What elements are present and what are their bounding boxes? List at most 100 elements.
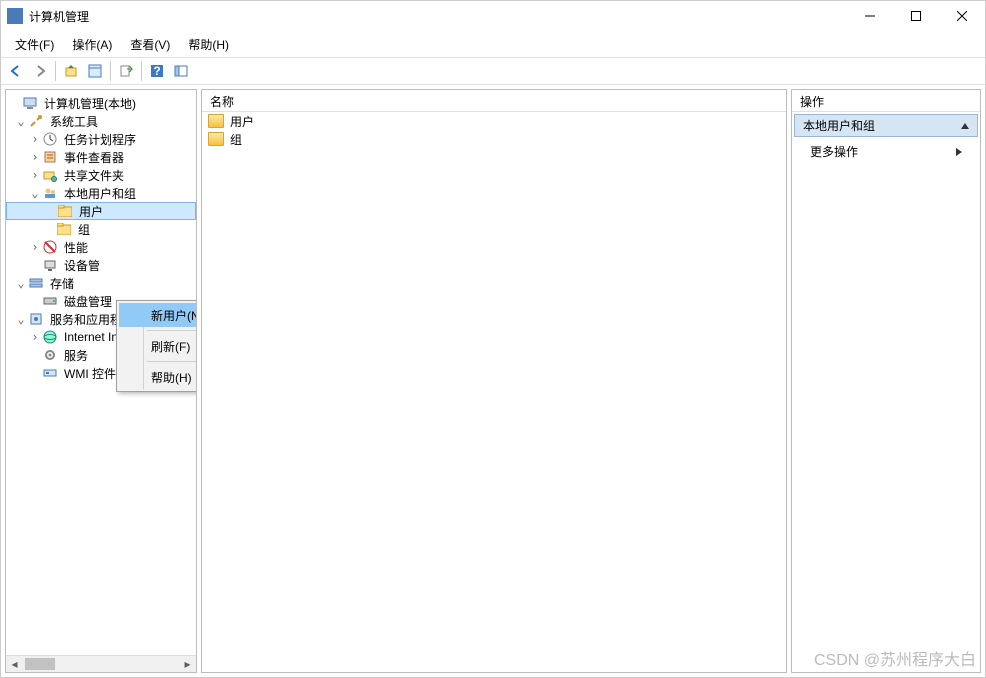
list-item[interactable]: 组 <box>202 130 786 148</box>
menu-file[interactable]: 文件(F) <box>7 34 62 55</box>
scroll-thumb[interactable] <box>25 658 55 670</box>
menu-view[interactable]: 查看(V) <box>122 34 178 55</box>
tree-label: 本地用户和组 <box>62 185 138 202</box>
tree-systools[interactable]: ⌄ 系统工具 <box>6 112 196 130</box>
expander-icon[interactable]: › <box>28 168 42 182</box>
menu-action[interactable]: 操作(A) <box>64 34 120 55</box>
tree-storage[interactable]: ⌄ 存储 <box>6 274 196 292</box>
list-pane: 名称 用户 组 <box>201 89 787 673</box>
list-item[interactable]: 用户 <box>202 112 786 130</box>
tree-label: 共享文件夹 <box>62 167 126 184</box>
horizontal-scrollbar[interactable]: ◂ ▸ <box>6 655 196 672</box>
context-menu-separator <box>147 330 196 331</box>
perf-icon <box>42 239 58 255</box>
tree-label: 服务 <box>62 347 90 364</box>
tree-label: 组 <box>76 221 92 238</box>
tree-label: 磁盘管理 <box>62 293 114 310</box>
tools-icon <box>28 113 44 129</box>
folder-icon <box>56 221 72 237</box>
svg-text:?: ? <box>153 64 160 78</box>
actions-group[interactable]: 本地用户和组 <box>794 114 978 137</box>
tree-localusersgroups[interactable]: ⌄ 本地用户和组 <box>6 184 196 202</box>
export-button[interactable] <box>115 60 137 82</box>
folder-icon <box>208 132 224 146</box>
toolbar-separator <box>55 61 56 81</box>
forward-button[interactable] <box>29 60 51 82</box>
context-menu-separator <box>147 361 196 362</box>
event-icon <box>42 149 58 165</box>
collapse-icon <box>961 123 969 129</box>
gear-icon <box>42 347 58 363</box>
tree-label: 存储 <box>48 275 76 292</box>
tree-root[interactable]: 计算机管理(本地) <box>6 94 196 112</box>
tree-groups[interactable]: 组 <box>6 220 196 238</box>
app-window: 计算机管理 文件(F) 操作(A) 查看(V) 帮助(H) ? <box>0 0 986 678</box>
device-icon <box>42 257 58 273</box>
tree-pane: 计算机管理(本地) ⌄ 系统工具 › 任务计划程序 › 事件查看器 <box>5 89 197 673</box>
disk-icon <box>42 293 58 309</box>
properties-button[interactable] <box>84 60 106 82</box>
computer-icon <box>22 95 38 111</box>
tree-sharedfolders[interactable]: › 共享文件夹 <box>6 166 196 184</box>
wmi-icon <box>42 365 58 381</box>
toolbar: ? <box>1 57 985 85</box>
tree-root-label: 计算机管理(本地) <box>42 95 138 112</box>
expander-icon[interactable]: ⌄ <box>14 276 28 290</box>
menu-help[interactable]: 帮助(H) <box>180 34 237 55</box>
tree-performance[interactable]: › 性能 <box>6 238 196 256</box>
folder-icon <box>57 203 73 219</box>
context-menu: 新用户(N)... 刷新(F) 帮助(H) <box>116 300 196 392</box>
tree-eventviewer[interactable]: › 事件查看器 <box>6 148 196 166</box>
tree-users[interactable]: 用户 <box>6 202 196 220</box>
tree[interactable]: 计算机管理(本地) ⌄ 系统工具 › 任务计划程序 › 事件查看器 <box>6 90 196 655</box>
list-item-label: 组 <box>230 131 242 148</box>
up-button[interactable] <box>60 60 82 82</box>
window-buttons <box>847 1 985 31</box>
expander-icon[interactable]: ⌄ <box>14 312 28 326</box>
window-title: 计算机管理 <box>29 8 847 25</box>
panes: 计算机管理(本地) ⌄ 系统工具 › 任务计划程序 › 事件查看器 <box>1 85 985 677</box>
show-hide-button[interactable] <box>170 60 192 82</box>
list-header: 名称 <box>202 90 786 112</box>
users-icon <box>42 185 58 201</box>
scroll-left-icon[interactable]: ◂ <box>6 656 23 672</box>
ctx-help[interactable]: 帮助(H) <box>119 365 196 389</box>
maximize-button[interactable] <box>893 1 939 31</box>
list-item-label: 用户 <box>230 113 254 130</box>
expander-icon[interactable]: › <box>28 132 42 146</box>
expander-icon[interactable]: ⌄ <box>14 114 28 128</box>
expander-icon[interactable]: › <box>28 150 42 164</box>
scroll-right-icon[interactable]: ▸ <box>179 656 196 672</box>
column-name[interactable]: 名称 <box>202 90 786 111</box>
ctx-new-user[interactable]: 新用户(N)... <box>119 303 196 327</box>
tree-label: 系统工具 <box>48 113 100 130</box>
share-icon <box>42 167 58 183</box>
storage-icon <box>28 275 44 291</box>
expander-icon[interactable]: › <box>28 330 42 344</box>
help-icon-button[interactable]: ? <box>146 60 168 82</box>
minimize-button[interactable] <box>847 1 893 31</box>
tree-taskscheduler[interactable]: › 任务计划程序 <box>6 130 196 148</box>
menubar: 文件(F) 操作(A) 查看(V) 帮助(H) <box>1 31 985 57</box>
list-body[interactable]: 用户 组 <box>202 112 786 672</box>
folder-icon <box>208 114 224 128</box>
actions-group-label: 本地用户和组 <box>803 117 875 134</box>
tree-label: 用户 <box>77 203 105 220</box>
scroll-track[interactable] <box>57 656 179 672</box>
clock-icon <box>42 131 58 147</box>
titlebar: 计算机管理 <box>1 1 985 31</box>
close-button[interactable] <box>939 1 985 31</box>
tree-devicemgr[interactable]: 设备管 <box>6 256 196 274</box>
toolbar-separator-3 <box>141 61 142 81</box>
app-icon <box>7 8 23 24</box>
tree-label: 设备管 <box>62 257 102 274</box>
ctx-refresh[interactable]: 刷新(F) <box>119 334 196 358</box>
services-apps-icon <box>28 311 44 327</box>
iis-icon <box>42 329 58 345</box>
expander-icon[interactable]: › <box>28 240 42 254</box>
expander-icon[interactable]: ⌄ <box>28 186 42 200</box>
chevron-right-icon <box>956 148 962 156</box>
back-button[interactable] <box>5 60 27 82</box>
tree-label: 性能 <box>62 239 90 256</box>
actions-more[interactable]: 更多操作 <box>792 139 980 164</box>
